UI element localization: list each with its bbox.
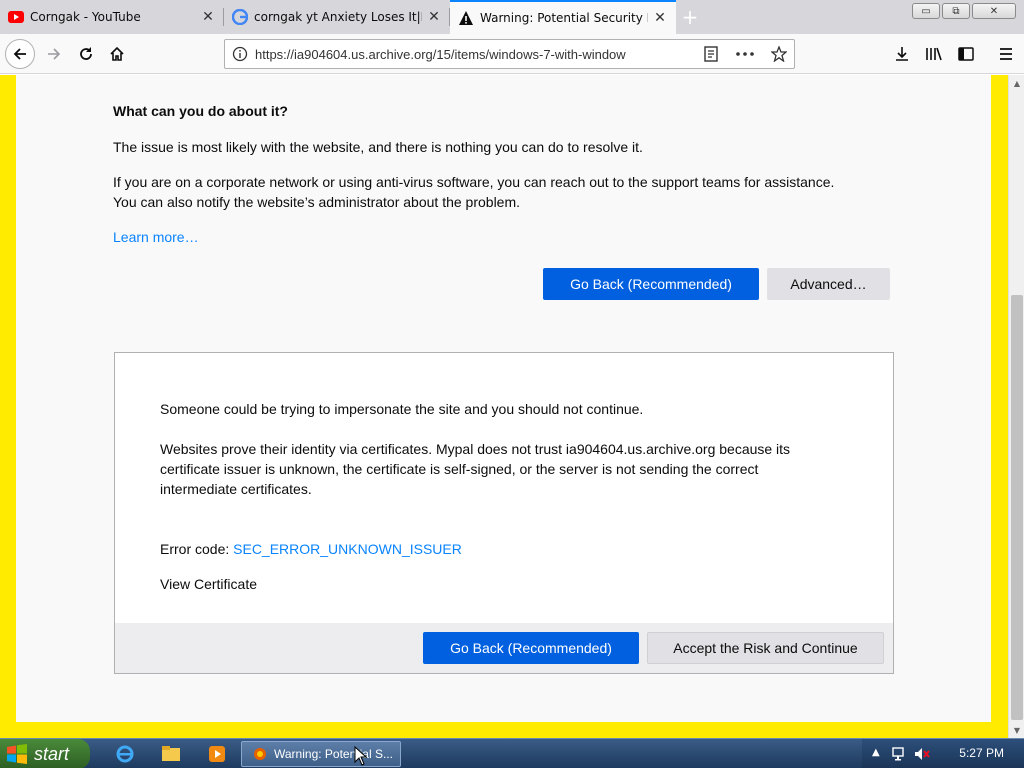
- new-tab-button[interactable]: +: [678, 5, 702, 29]
- warning-border: What can you do about it? The issue is m…: [0, 75, 1008, 738]
- sidebar-button[interactable]: [950, 38, 982, 70]
- page-actions-icon[interactable]: [726, 40, 764, 68]
- error-code-row: Error code: SEC_ERROR_UNKNOWN_ISSUER: [160, 539, 462, 559]
- close-tab-icon[interactable]: ✕: [200, 9, 216, 25]
- certificate-explanation-line-1: Websites prove their identity via certif…: [160, 441, 791, 457]
- windows-logo-icon: [7, 744, 27, 764]
- issue-text: The issue is most likely with the websit…: [113, 139, 643, 155]
- home-icon: [110, 46, 124, 61]
- scroll-up-icon[interactable]: ▲: [1009, 75, 1024, 91]
- show-hidden-icons-icon[interactable]: ▲: [872, 747, 880, 758]
- advanced-panel-footer: Go Back (Recommended) Accept the Risk an…: [115, 623, 893, 673]
- taskbar-item-firefox[interactable]: Warning: Potential S...: [241, 741, 401, 767]
- url-bar[interactable]: https://ia904604.us.archive.org/15/items…: [224, 39, 795, 69]
- accept-risk-button[interactable]: Accept the Risk and Continue: [647, 632, 884, 664]
- start-button[interactable]: start: [0, 739, 90, 768]
- advanced-panel: Someone could be trying to impersonate t…: [114, 352, 894, 674]
- taskbar: start Warning: Potential S... ▲ 5:27 PM: [0, 738, 1024, 768]
- tab-title: Corngak - YouTube: [30, 10, 141, 24]
- back-arrow-icon: [13, 48, 26, 60]
- error-page: What can you do about it? The issue is m…: [16, 75, 991, 722]
- hamburger-menu-icon: [1000, 48, 1012, 60]
- internet-explorer-icon[interactable]: [115, 744, 135, 764]
- reload-button[interactable]: [70, 38, 102, 70]
- error-code-label: Error code:: [160, 541, 234, 557]
- tab-youtube[interactable]: Corngak - YouTube ✕: [0, 0, 224, 34]
- reader-view-icon[interactable]: [696, 40, 726, 68]
- back-button[interactable]: [4, 38, 36, 70]
- network-icon: [892, 747, 904, 761]
- go-back-button-advanced[interactable]: Go Back (Recommended): [423, 632, 639, 664]
- bookmark-star-icon[interactable]: [764, 40, 794, 68]
- tab-title: Warning: Potential Security Ris: [480, 11, 648, 25]
- taskbar-item-label: Warning: Potential S...: [274, 747, 393, 761]
- advanced-button[interactable]: Advanced…: [767, 268, 890, 300]
- forward-button[interactable]: [38, 38, 70, 70]
- google-icon: [232, 9, 248, 25]
- downloads-button[interactable]: [886, 38, 918, 70]
- error-code-link[interactable]: SEC_ERROR_UNKNOWN_ISSUER: [233, 541, 462, 557]
- view-certificate-link[interactable]: View Certificate: [160, 574, 257, 594]
- browser-app-icon: [254, 748, 266, 760]
- minimize-button[interactable]: ▭: [912, 3, 940, 19]
- warning-icon: [458, 10, 474, 26]
- vertical-scrollbar[interactable]: ▲ ▼: [1008, 75, 1024, 738]
- scroll-down-icon[interactable]: ▼: [1009, 722, 1024, 738]
- notify-admin-text: You can also notify the website’s admini…: [113, 194, 521, 210]
- tab-google[interactable]: corngak yt Anxiety Loses It|Ins ✕: [224, 0, 450, 34]
- start-label: start: [34, 743, 70, 764]
- navigation-toolbar: https://ia904604.us.archive.org/15/items…: [0, 34, 1024, 74]
- library-icon: [926, 47, 942, 61]
- reload-icon: [80, 47, 92, 60]
- certificate-explanation-line-2: certificate issuer is unknown, the certi…: [160, 461, 759, 477]
- media-player-icon[interactable]: [207, 744, 227, 764]
- download-icon: [896, 47, 908, 61]
- scrollbar-thumb[interactable]: [1011, 295, 1023, 720]
- site-info-icon[interactable]: [225, 40, 255, 68]
- go-back-button[interactable]: Go Back (Recommended): [543, 268, 759, 300]
- system-clock[interactable]: 5:27 PM: [959, 746, 1004, 760]
- sidebar-icon: [958, 47, 974, 61]
- page-heading: What can you do about it?: [113, 103, 288, 119]
- url-text[interactable]: https://ia904604.us.archive.org/15/items…: [255, 47, 696, 62]
- maximize-button[interactable]: ⧉: [942, 3, 970, 19]
- youtube-icon: [8, 9, 24, 25]
- volume-muted-icon: [915, 748, 930, 760]
- tab-security-warning[interactable]: Warning: Potential Security Ris ✕: [450, 0, 676, 34]
- menu-button[interactable]: [990, 38, 1022, 70]
- close-tab-icon[interactable]: ✕: [426, 9, 442, 25]
- forward-arrow-icon: [48, 48, 61, 60]
- window-controls: ▭ ⧉ ✕: [912, 3, 1016, 19]
- file-explorer-icon[interactable]: [161, 744, 181, 764]
- impersonate-warning-text: Someone could be trying to impersonate t…: [160, 401, 644, 417]
- home-button[interactable]: [101, 38, 133, 70]
- mouse-cursor-icon: [354, 746, 368, 766]
- close-tab-icon[interactable]: ✕: [652, 10, 668, 26]
- learn-more-link[interactable]: Learn more…: [113, 227, 199, 247]
- library-button[interactable]: [918, 38, 950, 70]
- corporate-network-text: If you are on a corporate network or usi…: [113, 174, 835, 190]
- certificate-explanation-line-3: intermediate certificates.: [160, 481, 312, 497]
- system-tray: ▲ 5:27 PM: [862, 739, 1024, 768]
- close-window-button[interactable]: ✕: [972, 3, 1016, 19]
- tab-strip: Corngak - YouTube ✕ corngak yt Anxiety L…: [0, 0, 1024, 34]
- tab-title: corngak yt Anxiety Loses It|Ins: [254, 10, 422, 24]
